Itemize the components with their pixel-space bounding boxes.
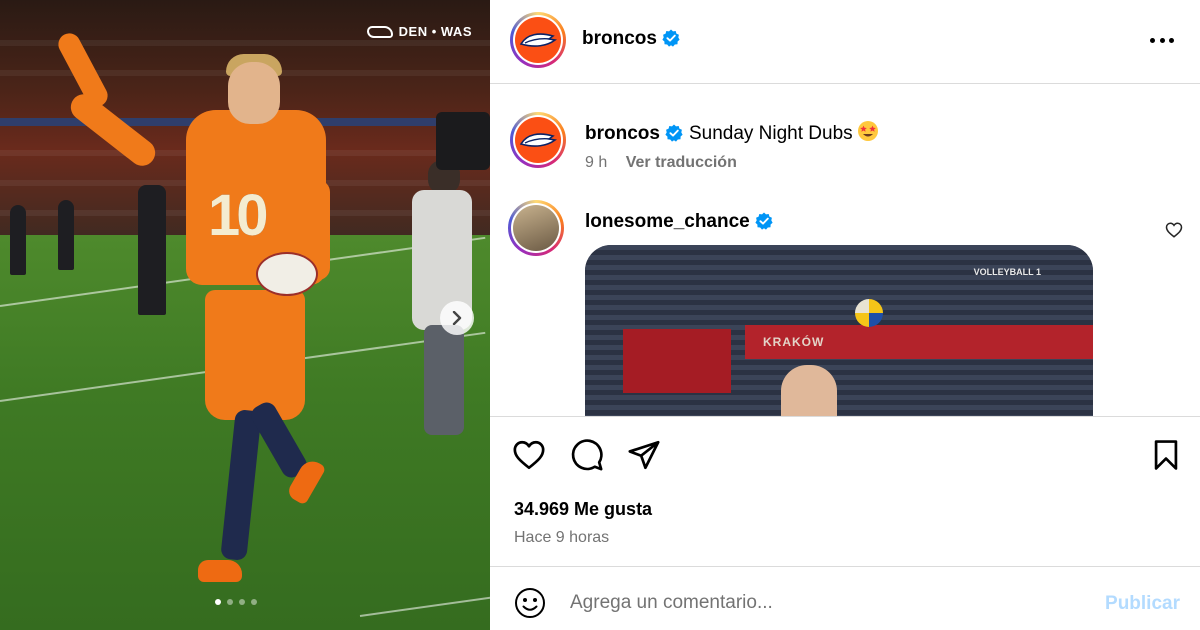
verified-badge-icon <box>665 124 683 142</box>
carousel-dot <box>251 599 257 605</box>
background-person <box>138 185 166 315</box>
author-username[interactable]: broncos <box>582 28 680 50</box>
comment-media-gif[interactable]: KRAKÓW VOLLEYBALL 1 <box>585 245 1093 416</box>
like-button[interactable] <box>512 438 546 472</box>
comment-like-heart-icon[interactable] <box>1165 221 1183 239</box>
comments-section: broncos Sunday Night Dubs 9 h Ver traduc… <box>490 84 1200 416</box>
caption-author-username[interactable]: broncos <box>585 123 660 144</box>
like-count[interactable]: 34.969 Me gusta <box>514 499 652 520</box>
publish-button[interactable]: Publicar <box>1105 593 1180 615</box>
author-avatar[interactable] <box>510 12 566 68</box>
chevron-right-icon <box>452 311 462 325</box>
comment-input[interactable] <box>570 587 1050 619</box>
post-header: broncos <box>490 0 1200 84</box>
more-options-icon[interactable] <box>1150 30 1174 50</box>
carousel-dot <box>215 599 221 605</box>
player-hands <box>781 365 837 416</box>
commenter-username[interactable]: lonesome_chance <box>585 211 773 233</box>
broncos-logo-icon <box>366 25 393 38</box>
caption-author-avatar[interactable] <box>510 112 566 168</box>
bookmark-icon <box>1154 440 1178 470</box>
comment-bubble-icon <box>571 439 603 471</box>
background-person <box>10 205 26 275</box>
player-pants <box>205 290 305 420</box>
caption-age: 9 h <box>585 154 608 171</box>
post-actions: 34.969 Me gusta Hace 9 horas <box>490 416 1200 566</box>
player-head <box>228 62 280 124</box>
jersey-number: 10 <box>208 183 269 248</box>
broadcast-logo: DEN • WAS <box>366 24 472 39</box>
broadcast-logo-text: DEN • WAS <box>398 24 472 39</box>
author-username-text[interactable]: broncos <box>582 28 657 49</box>
comment-button[interactable] <box>570 438 604 472</box>
volleyball <box>855 299 883 327</box>
photographer <box>398 150 484 435</box>
commenter-username-text[interactable]: lonesome_chance <box>585 211 750 232</box>
carousel-dot <box>239 599 245 605</box>
heart-icon <box>513 440 545 470</box>
arena-wall <box>623 329 731 393</box>
carousel-dot <box>227 599 233 605</box>
star-struck-emoji-icon <box>857 121 878 141</box>
game-ball <box>256 252 318 296</box>
commenter-avatar[interactable] <box>508 200 564 256</box>
tv-camera <box>436 112 490 170</box>
verified-badge-icon <box>662 29 680 47</box>
broncos-horse-icon <box>519 33 557 47</box>
caption-meta: 9 h Ver traducción <box>585 154 737 172</box>
see-translation-link[interactable]: Ver traducción <box>626 154 737 171</box>
emoji-picker-icon[interactable] <box>514 587 546 619</box>
commenter-photo <box>513 205 559 251</box>
caption-text: Sunday Night Dubs <box>688 123 853 144</box>
player-shoe <box>198 560 242 582</box>
post-timestamp[interactable]: Hace 9 horas <box>514 529 609 547</box>
paper-plane-icon <box>628 440 660 470</box>
arena-banner-text: KRAKÓW <box>763 335 825 349</box>
broncos-horse-icon <box>519 133 557 147</box>
arena-logo-text: VOLLEYBALL 1 <box>973 267 1041 277</box>
post-side-panel: broncos broncos Sunday Night Dubs 9 h Ve… <box>490 0 1200 630</box>
verified-badge-icon <box>755 212 773 230</box>
comment-composer: Publicar <box>490 566 1200 630</box>
caption-line: broncos Sunday Night Dubs <box>585 120 879 145</box>
share-button[interactable] <box>627 438 661 472</box>
save-button[interactable] <box>1149 438 1183 472</box>
carousel-indicator <box>215 599 257 605</box>
background-person <box>58 200 74 270</box>
carousel-next-button[interactable] <box>440 301 474 335</box>
post-photo[interactable]: 10 DEN • WAS <box>0 0 490 630</box>
